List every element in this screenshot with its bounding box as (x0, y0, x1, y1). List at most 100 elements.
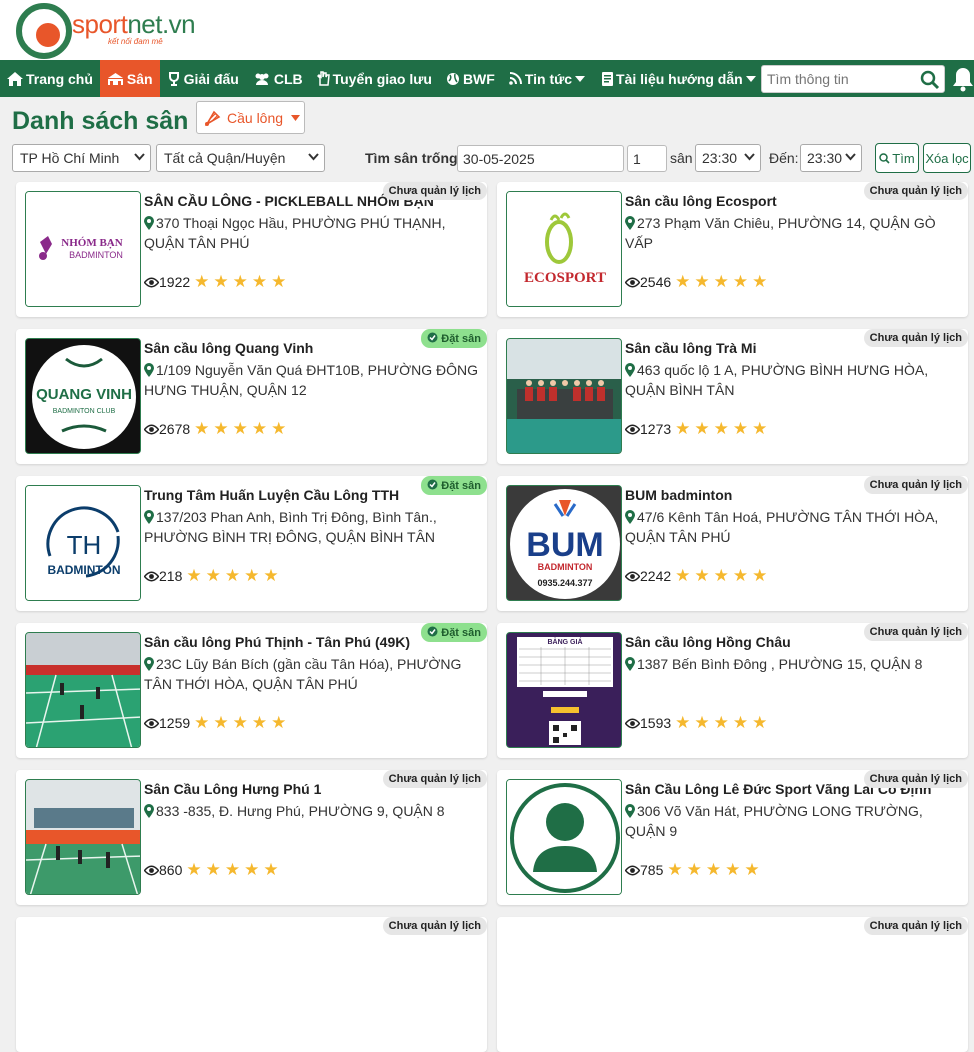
nav-item-home[interactable]: Trang chủ (0, 60, 100, 97)
court-meta: 1259 ★★★★★ (144, 713, 290, 733)
logo-sub: BADMINTON (538, 562, 593, 572)
court-address: 306 Võ Văn Hát, PHƯỜNG LONG TRƯỜNG, QUẬN… (625, 801, 960, 841)
court-meta: 1273 ★★★★★ (625, 419, 771, 439)
court-thumbnail[interactable]: NHÓM BẠN BADMINTON (25, 191, 141, 307)
city-select[interactable]: TP Hồ Chí Minh (12, 144, 151, 172)
book-court-badge[interactable]: Đặt sân (421, 476, 487, 495)
court-thumbnail[interactable]: BẢNG GIÁ (506, 632, 622, 748)
from-time-select[interactable]: 23:30 (695, 144, 761, 172)
status-badge: Chưa quản lý lịch (863, 623, 968, 641)
eye-icon (625, 277, 640, 287)
court-address: 833 -835, Đ. Hưng Phú, PHƯỜNG 9, QUẬN 8 (144, 801, 479, 821)
page-title: Danh sách sân (12, 107, 189, 135)
site-search[interactable] (761, 65, 945, 93)
eye-icon (625, 718, 640, 728)
court-card[interactable]: BẢNG GIÁ Sân cầu lông Hồng Châu 1387 Bến… (497, 623, 968, 758)
search-button[interactable]: Tìm (875, 143, 919, 173)
court-thumbnail[interactable] (506, 779, 622, 895)
court-thumbnail[interactable]: TH BADMINTON (25, 485, 141, 601)
court-views: 1259 (159, 715, 191, 731)
court-meta: 1922 ★★★★★ (144, 272, 290, 292)
court-address: 463 quốc lộ 1 A, PHƯỜNG BÌNH HƯNG HÒA, Q… (625, 360, 960, 400)
logo-text: ECOSPORT (524, 270, 606, 286)
court-card[interactable]: Sân cầu lông Trà Mi 463 quốc lộ 1 A, PHƯ… (497, 329, 968, 464)
map-pin-icon (144, 510, 154, 524)
court-card[interactable]: ECOSPORT Sân cầu lông Ecosport 273 Phạm … (497, 182, 968, 317)
map-pin-icon (625, 216, 635, 230)
court-thumbnail[interactable]: QUANG VINH BADMINTON CLUB (25, 338, 141, 454)
logo-phone: 0935.244.377 (537, 578, 592, 588)
court-views: 1593 (640, 715, 672, 731)
court-count-input[interactable]: 1 (627, 145, 667, 172)
court-photo (507, 339, 621, 453)
nav-item-docs[interactable]: Tài liệu hướng dẫn (595, 60, 766, 97)
logo-text: NHÓM BẠN (61, 237, 122, 249)
date-input[interactable]: 30-05-2025 (457, 145, 624, 172)
court-thumbnail[interactable] (25, 632, 141, 748)
court-thumbnail[interactable] (506, 338, 622, 454)
court-card[interactable]: Chưa quản lý lịch (16, 917, 487, 1052)
trophy-icon (168, 71, 179, 86)
court-card[interactable]: QUANG VINH BADMINTON CLUB Sân cầu lông Q… (16, 329, 487, 464)
status-badge: Chưa quản lý lịch (382, 182, 487, 200)
nav-label: BWF (462, 70, 495, 87)
court-thumbnail[interactable]: BUM BADMINTON 0935.244.377 (506, 485, 622, 601)
nav-label: Tin tức (524, 70, 573, 87)
to-time-value: 23:30 (807, 150, 843, 166)
court-card[interactable]: Sân Cầu Lông Hưng Phú 1 833 -835, Đ. Hưn… (16, 770, 487, 905)
site-search-input[interactable] (762, 71, 912, 87)
court-meta: 218 ★★★★★ (144, 566, 283, 586)
court-address: 1387 Bến Bình Đông , PHƯỜNG 15, QUẬN 8 (625, 654, 960, 674)
court-thumbnail[interactable] (25, 779, 141, 895)
status-badge: Chưa quản lý lịch (863, 770, 968, 788)
court-card[interactable]: Chưa quản lý lịch (497, 917, 968, 1052)
sport-select-value: Cầu lông (227, 109, 284, 126)
empty-court-label: Tìm sân trống: (365, 150, 463, 166)
district-select[interactable]: Tất cả Quận/Huyện (156, 144, 325, 172)
nav-item-exchange[interactable]: Tuyển giao lưu (310, 60, 439, 97)
court-card[interactable]: TH BADMINTON Trung Tâm Huấn Luyện Cầu Lô… (16, 476, 487, 611)
eye-icon (144, 865, 159, 875)
bell-icon[interactable] (952, 66, 974, 92)
to-time-select[interactable]: 23:30 (800, 144, 862, 172)
court-address: 137/203 Phan Anh, Bình Trị Đông, Bình Tâ… (144, 507, 479, 547)
main-navbar: Trang chủ Sân Giải đấu CLB Tuyển giao lư… (0, 60, 974, 97)
court-logo-image: ECOSPORT (507, 192, 621, 306)
court-thumbnail[interactable]: ECOSPORT (506, 191, 622, 307)
caret-down-icon (291, 114, 301, 121)
court-views: 1273 (640, 421, 672, 437)
court-views: 218 (159, 568, 183, 584)
brand-name-part2: net.vn (127, 9, 196, 39)
site-logo[interactable]: sportnet.vn kết nối đam mê (16, 3, 196, 59)
court-address-text: 833 -835, Đ. Hưng Phú, PHƯỜNG 9, QUẬN 8 (156, 803, 445, 819)
shuttlecock-icon (204, 110, 221, 126)
nav-item-courts[interactable]: Sân (99, 60, 160, 97)
court-card[interactable]: NHÓM BẠN BADMINTON SÂN CẦU LÔNG - PICKLE… (16, 182, 487, 317)
nav-item-bwf[interactable]: BWF (439, 60, 502, 97)
court-card[interactable]: BUM BADMINTON 0935.244.377 BUM badminton… (497, 476, 968, 611)
rating-stars-icon: ★★★★★ (194, 713, 291, 732)
map-pin-icon (144, 216, 154, 230)
court-views: 1922 (159, 274, 191, 290)
nav-label: Tài liệu hướng dẫn (616, 70, 743, 87)
court-address-text: 137/203 Phan Anh, Bình Trị Đông, Bình Tâ… (144, 509, 437, 545)
court-address-text: 23C Lũy Bán Bích (gần cầu Tân Hóa), PHƯỜ… (144, 656, 462, 692)
sport-select[interactable]: Cầu lông (196, 101, 305, 134)
document-icon (602, 71, 614, 86)
title-bar: Danh sách sân Cầu lông (0, 97, 974, 137)
clear-filter-button[interactable]: Xóa lọc (923, 143, 971, 173)
book-court-badge[interactable]: Đặt sân (421, 329, 487, 348)
nav-item-news[interactable]: Tin tức (502, 60, 595, 97)
rating-stars-icon: ★★★★★ (675, 566, 772, 585)
court-card[interactable]: Sân Cầu Lông Lê Đức Sport Vãng Lai Cố Đị… (497, 770, 968, 905)
brand-name-part1: sport (72, 9, 128, 39)
book-court-badge[interactable]: Đặt sân (421, 623, 487, 642)
court-views: 2678 (159, 421, 191, 437)
eye-icon (144, 277, 159, 287)
search-icon[interactable] (920, 70, 940, 90)
nav-item-tournaments[interactable]: Giải đấu (160, 60, 246, 97)
nav-item-clubs[interactable]: CLB (246, 60, 310, 97)
court-logo-image: TH BADMINTON (26, 486, 140, 600)
court-card[interactable]: Sân cầu lông Phú Thịnh - Tân Phú (49K) 2… (16, 623, 487, 758)
rating-stars-icon: ★★★★★ (675, 272, 772, 291)
